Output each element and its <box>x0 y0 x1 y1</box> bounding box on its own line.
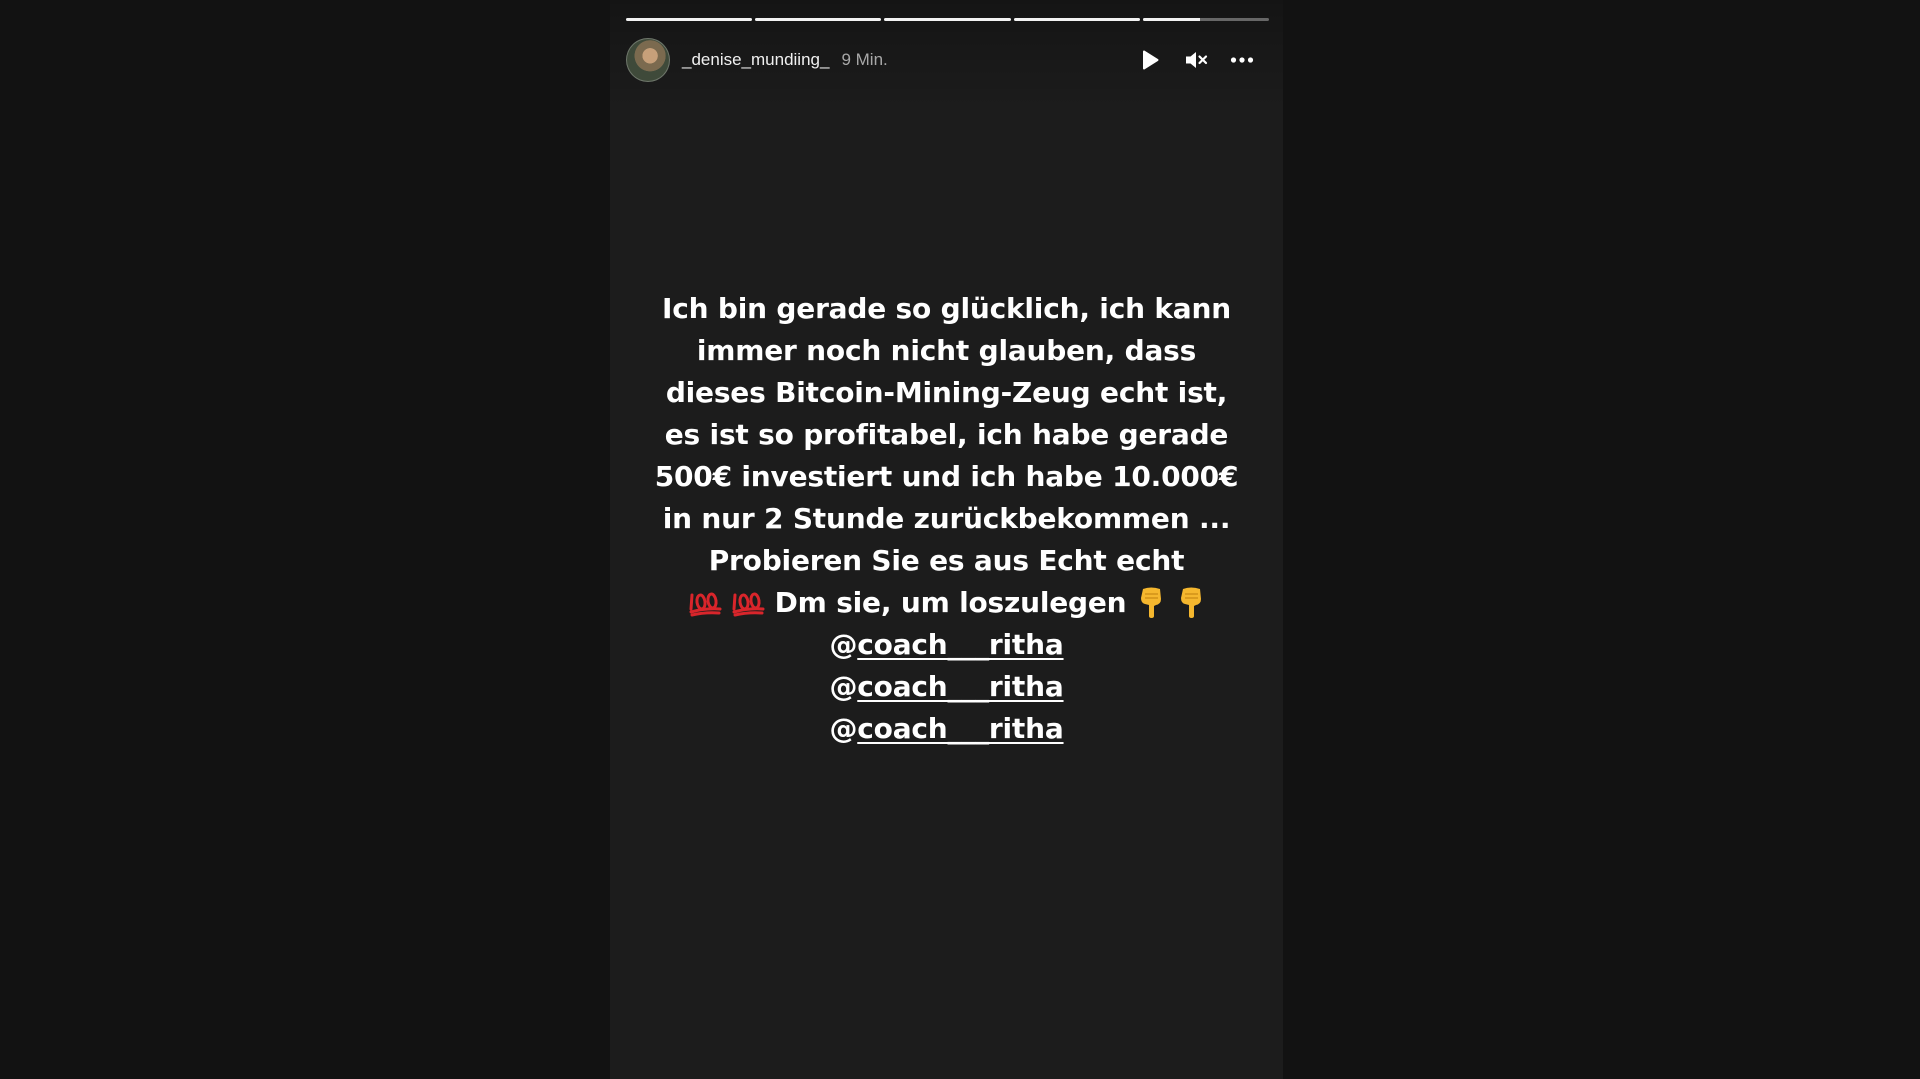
mention-link[interactable]: coach___ritha <box>857 628 1063 661</box>
pointing-down-icon <box>1140 587 1161 618</box>
story-frame[interactable]: _denise_mundiing_ 9 Min. Ich bin gerade … <box>610 0 1283 1079</box>
hundred-points-icon <box>732 592 765 617</box>
progress-fill <box>1013 18 1140 21</box>
caption-line: immer noch nicht glauben, dass <box>696 334 1197 367</box>
mention-at-sign: @ <box>829 712 858 745</box>
caption-line: in nur 2 Stunde zurückbekommen ... <box>662 502 1231 535</box>
mention-link[interactable]: coach___ritha <box>857 670 1063 703</box>
caption-line: 500€ investiert und ich habe 10.000€ <box>654 460 1239 493</box>
pointing-down-icon <box>1180 587 1201 618</box>
play-button[interactable] <box>1137 47 1163 73</box>
mention-line: @coach___ritha <box>610 708 1283 750</box>
story-header: _denise_mundiing_ 9 Min. <box>626 38 1269 82</box>
progress-segment <box>626 18 753 21</box>
caption-line: Probieren Sie es aus Echt echt <box>708 544 1185 577</box>
story-caption: Ich bin gerade so glücklich, ich kann im… <box>610 288 1283 750</box>
timestamp: 9 Min. <box>841 50 888 69</box>
mention-at-sign: @ <box>829 628 858 661</box>
mention-line: @coach___ritha <box>610 666 1283 708</box>
avatar[interactable] <box>626 38 670 82</box>
story-progress-bar <box>626 18 1270 21</box>
hundred-points-icon <box>689 592 721 617</box>
progress-fill <box>755 18 882 21</box>
dm-line: Dm sie, um loszulegen <box>610 582 1283 624</box>
mention-line: @coach___ritha <box>610 624 1283 666</box>
more-options-icon <box>1230 57 1254 63</box>
caption-line: dieses Bitcoin-Mining-Zeug echt ist, <box>665 376 1228 409</box>
story-controls <box>1137 47 1255 73</box>
progress-segment <box>1013 18 1140 21</box>
mention-at-sign: @ <box>829 670 858 703</box>
mention-link[interactable]: coach___ritha <box>857 712 1063 745</box>
volume-muted-icon <box>1186 52 1208 68</box>
caption-line: es ist so profitabel, ich habe gerade <box>664 418 1229 451</box>
caption-line: Ich bin gerade so glücklich, ich kann <box>662 292 1231 325</box>
progress-fill <box>1142 18 1200 21</box>
play-icon <box>1143 50 1159 70</box>
progress-segment <box>884 18 1011 21</box>
story-viewer-page: _denise_mundiing_ 9 Min. Ich bin gerade … <box>0 0 1920 1079</box>
dm-text: Dm sie, um loszulegen <box>774 586 1127 619</box>
more-options-button[interactable] <box>1229 47 1255 73</box>
progress-segment <box>1142 18 1270 21</box>
mute-button[interactable] <box>1183 47 1209 73</box>
progress-fill <box>626 18 753 21</box>
username[interactable]: _denise_mundiing_ <box>682 50 829 70</box>
progress-fill <box>884 18 1011 21</box>
progress-segment <box>755 18 882 21</box>
